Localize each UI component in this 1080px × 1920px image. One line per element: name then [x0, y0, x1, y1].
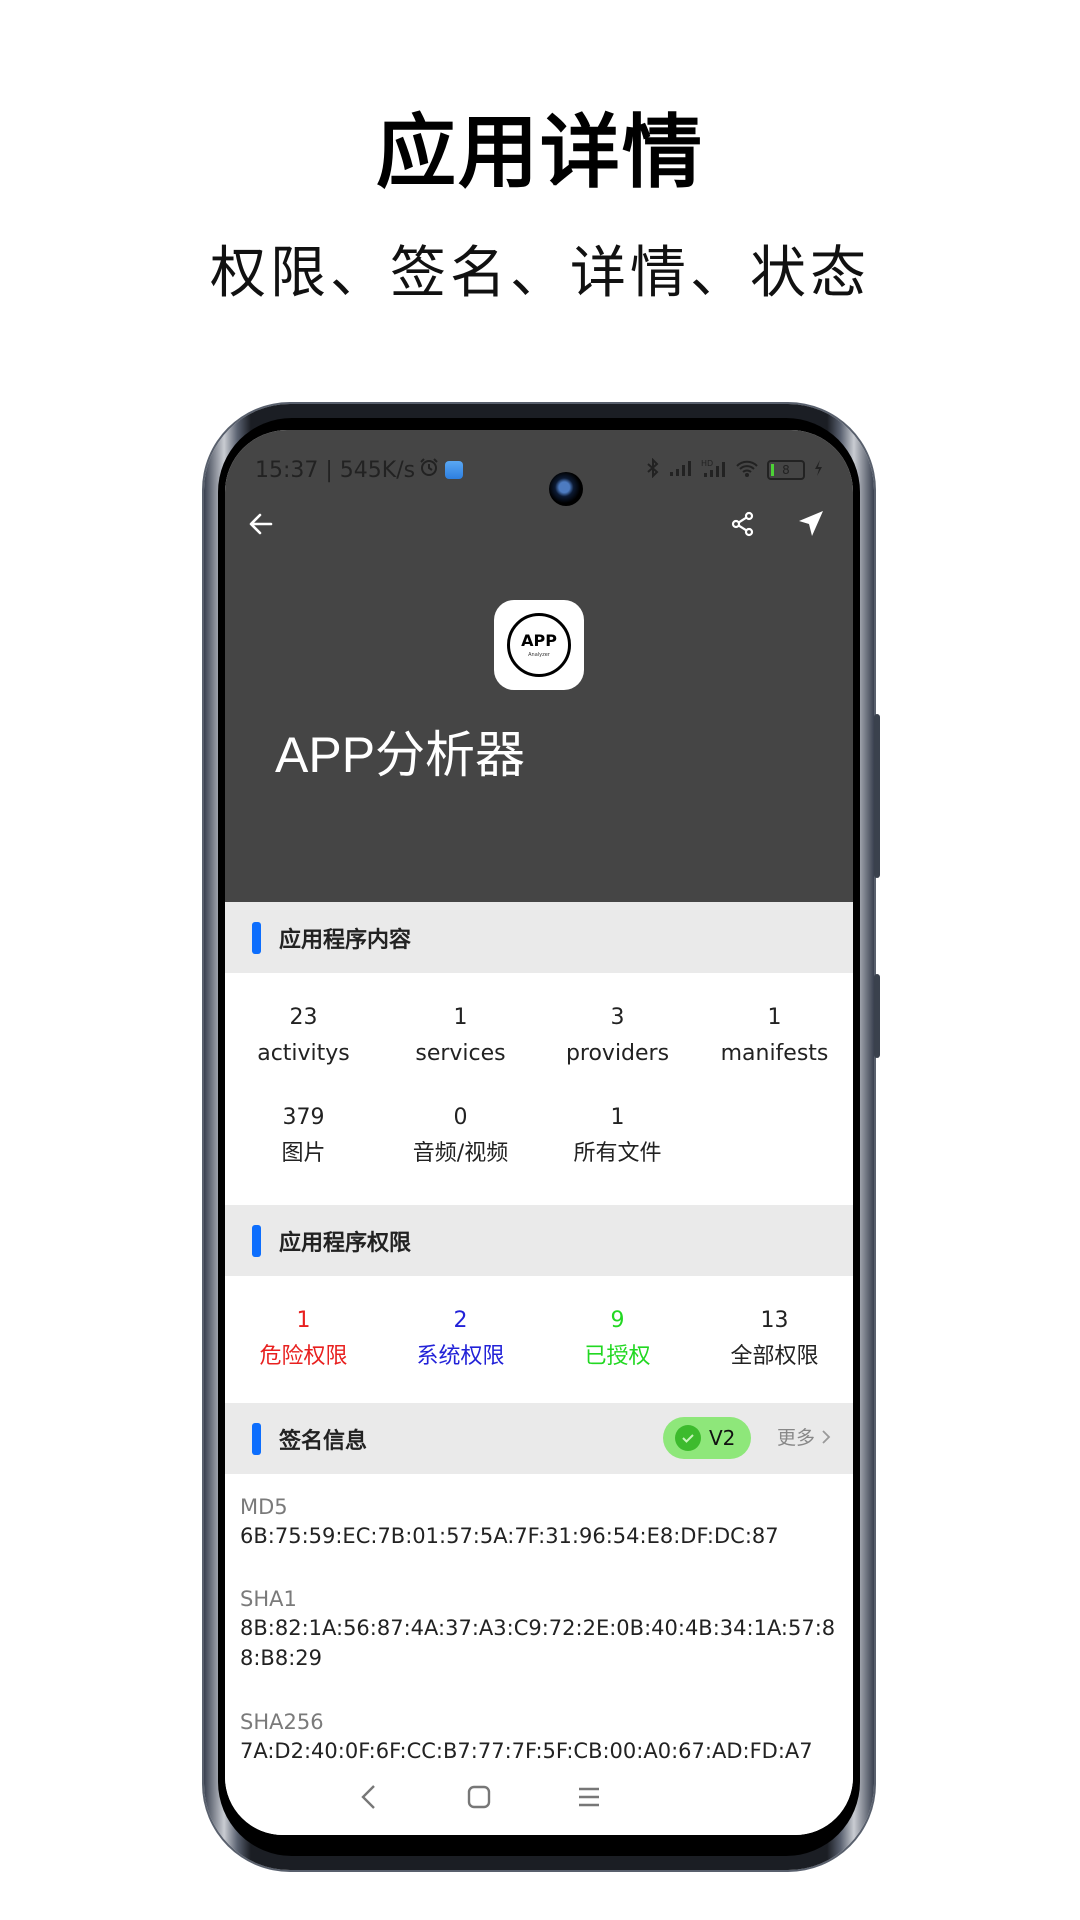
- stat-value: 1: [610, 1105, 625, 1130]
- stat-value: 1: [767, 1005, 782, 1030]
- signature-value: 6B:75:59:EC:7B:01:57:5A:7F:31:96:54:E8:D…: [240, 1524, 779, 1548]
- stat-activities[interactable]: 23 activitys: [225, 1003, 382, 1069]
- perm-all[interactable]: 13 全部权限: [696, 1306, 853, 1372]
- hd-signal-icon: HD: [701, 458, 727, 483]
- chevron-left-icon: [361, 1785, 375, 1809]
- permission-stats-grid: 1 危险权限 2 系统权限 9 已授权 13 全部权限: [225, 1276, 853, 1403]
- share-icon: [731, 511, 754, 537]
- stat-label: 所有文件: [573, 1141, 662, 1166]
- stat-label: services: [415, 1041, 506, 1066]
- app-logo-subtext: Analyzer: [528, 651, 550, 658]
- toolbar: [225, 500, 853, 560]
- section-accent-bar: [252, 921, 261, 954]
- app-logo: APP Analyzer: [507, 613, 571, 677]
- section-header-permissions: 应用程序权限: [225, 1205, 853, 1276]
- share-button[interactable]: [719, 500, 767, 548]
- signature-sha256: SHA256 7A:D2:40:0F:6F:CC:B7:77:7F:5F:CB:…: [240, 1708, 840, 1766]
- stat-value: 379: [282, 1105, 325, 1130]
- status-time: 15:37 | 545K/s: [255, 457, 416, 483]
- charging-icon: [813, 459, 823, 482]
- bluetooth-icon: [645, 457, 661, 483]
- stat-label: activitys: [257, 1041, 350, 1066]
- status-icons: HD 8: [645, 457, 823, 483]
- stat-images[interactable]: 379 图片: [225, 1103, 382, 1169]
- app-logo-text: APP: [521, 630, 557, 650]
- svg-text:HD: HD: [701, 459, 713, 468]
- menu-lines-icon: [579, 1787, 599, 1807]
- section-title: 签名信息: [279, 1428, 368, 1454]
- section-accent-bar: [252, 1422, 261, 1455]
- signature-key: SHA1: [240, 1587, 297, 1611]
- perm-system[interactable]: 2 系统权限: [382, 1306, 539, 1372]
- more-link[interactable]: 更多: [777, 1423, 831, 1450]
- section-title: 应用程序权限: [279, 1230, 412, 1256]
- perm-value: 13: [760, 1308, 789, 1333]
- stat-audio-video[interactable]: 0 音频/视频: [382, 1103, 539, 1169]
- section-header-signature: 签名信息 V2 更多: [225, 1403, 853, 1474]
- section-title: 应用程序内容: [279, 927, 412, 953]
- nav-home-button[interactable]: [459, 1777, 499, 1817]
- app-header: 15:37 | 545K/s HD 8 APP Analyzer APP分析器: [225, 430, 853, 902]
- section-header-content: 应用程序内容: [225, 902, 853, 973]
- perm-value: 9: [610, 1308, 625, 1333]
- perm-value: 2: [453, 1308, 468, 1333]
- stat-value: 3: [610, 1005, 625, 1030]
- stat-value: 0: [453, 1105, 468, 1130]
- signature-sha1: SHA1 8B:82:1A:56:87:4A:37:A3:C9:72:2E:0B…: [240, 1585, 840, 1673]
- promo-title: 应用详情: [376, 106, 704, 199]
- stat-manifests[interactable]: 1 manifests: [696, 1003, 853, 1069]
- back-button[interactable]: [237, 500, 285, 548]
- signature-value: 8B:82:1A:56:87:4A:37:A3:C9:72:2E:0B:40:4…: [240, 1616, 836, 1670]
- signature-key: MD5: [240, 1495, 288, 1519]
- stat-label: providers: [565, 1041, 670, 1066]
- stat-label: 图片: [281, 1141, 326, 1166]
- app-icon: APP Analyzer: [494, 600, 584, 690]
- stat-all-files[interactable]: 1 所有文件: [539, 1103, 696, 1169]
- battery-icon: 8: [767, 460, 805, 480]
- promo-subtitle: 权限、签名、详情、状态: [210, 241, 870, 306]
- check-circle-icon: [675, 1425, 701, 1451]
- chevron-right-icon: [822, 1429, 831, 1444]
- signature-scheme-badge: V2: [663, 1417, 751, 1459]
- perm-label: 全部权限: [730, 1344, 819, 1369]
- stat-value: 1: [453, 1005, 468, 1030]
- navigation-arrow-icon: [799, 511, 823, 536]
- stat-label: manifests: [720, 1041, 829, 1066]
- stat-label: 音频/视频: [412, 1141, 509, 1166]
- wifi-icon: [735, 458, 759, 483]
- content-stats-grid: 23 activitys 1 services 3 providers 1 ma…: [225, 973, 853, 1205]
- volume-button: [874, 714, 880, 878]
- gallery-icon: [445, 461, 464, 479]
- perm-label: 系统权限: [416, 1344, 505, 1369]
- perm-dangerous[interactable]: 1 危险权限: [225, 1306, 382, 1372]
- battery-level: 8: [782, 463, 790, 477]
- more-label: 更多: [776, 1427, 815, 1449]
- signature-scheme-label: V2: [709, 1426, 736, 1450]
- nav-recents-button[interactable]: [569, 1777, 609, 1817]
- perm-label: 危险权限: [259, 1344, 348, 1369]
- status-bar: 15:37 | 545K/s HD 8: [255, 450, 823, 506]
- stat-value: 23: [289, 1005, 318, 1030]
- app-name: APP分析器: [275, 727, 526, 783]
- system-nav-bar: [225, 1759, 853, 1835]
- stat-providers[interactable]: 3 providers: [539, 1003, 696, 1069]
- phone-frame: 15:37 | 545K/s HD 8 APP Analyzer APP分析器 …: [204, 404, 880, 1870]
- signal-icon: [669, 459, 693, 482]
- stat-services[interactable]: 1 services: [382, 1003, 539, 1069]
- perm-label: 已授权: [584, 1344, 651, 1369]
- send-button[interactable]: [787, 500, 835, 548]
- perm-granted[interactable]: 9 已授权: [539, 1306, 696, 1372]
- arrow-left-icon: [249, 513, 273, 535]
- nav-back-button[interactable]: [349, 1777, 389, 1817]
- signature-md5: MD5 6B:75:59:EC:7B:01:57:5A:7F:31:96:54:…: [240, 1493, 840, 1551]
- power-button: [874, 974, 880, 1058]
- section-accent-bar: [252, 1224, 261, 1257]
- perm-value: 1: [296, 1308, 311, 1333]
- app-screen: 15:37 | 545K/s HD 8 APP Analyzer APP分析器 …: [225, 430, 853, 1835]
- signature-key: SHA256: [240, 1710, 324, 1734]
- home-square-icon: [467, 1785, 491, 1809]
- alarm-icon: [419, 457, 439, 483]
